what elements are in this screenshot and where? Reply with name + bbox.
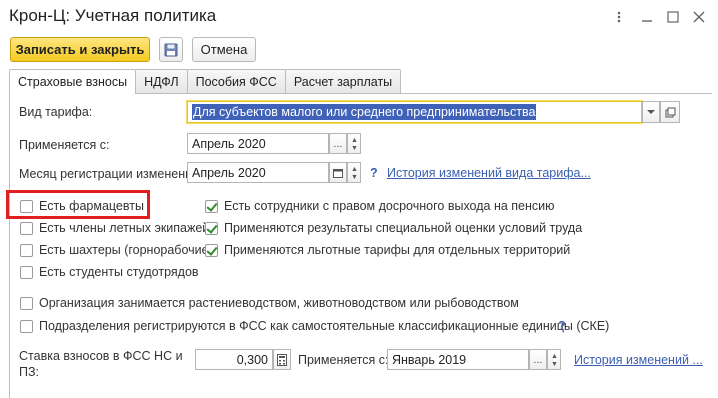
floppy-disk-icon (164, 43, 178, 56)
rate-applies-choose-button[interactable]: ... (529, 349, 547, 370)
minimize-icon[interactable] (636, 7, 658, 27)
help-icon[interactable]: ? (370, 166, 378, 180)
reg-month-calendar-button[interactable] (329, 162, 347, 183)
tariff-value: Для субъектов малого или среднего предпр… (192, 104, 537, 120)
reg-month-field[interactable]: Апрель 2020 (187, 162, 329, 183)
highlight-frame (6, 190, 150, 219)
agriculture-label: Организация занимается растениеводством,… (39, 296, 519, 310)
special-assessment-label: Применяются результаты специальной оценк… (224, 221, 583, 235)
chevron-down-icon (647, 110, 655, 114)
spin-up-icon[interactable]: ▲ (351, 166, 358, 173)
rate-applies-spinner[interactable]: ▲ ▼ (547, 349, 561, 370)
ske-label: Подразделения регистрируются в ФСС как с… (39, 319, 610, 333)
tab-ndfl[interactable]: НДФЛ (135, 69, 188, 93)
tab-payroll[interactable]: Расчет зарплаты (284, 69, 402, 93)
spin-down-icon[interactable]: ▼ (351, 174, 358, 181)
tariff-history-link[interactable]: История изменений вида тарифа... (387, 166, 591, 180)
student-brigades-label: Есть студенты студотрядов (39, 265, 199, 279)
spin-up-icon[interactable]: ▲ (551, 353, 558, 360)
maximize-icon[interactable] (662, 7, 684, 27)
flight-crew-checkbox[interactable] (20, 222, 33, 235)
agriculture-checkbox[interactable] (20, 297, 33, 310)
applies-from-choose-button[interactable]: ... (329, 133, 347, 154)
spin-down-icon[interactable]: ▼ (551, 361, 558, 368)
flight-crew-label: Есть члены летных экипажей (39, 221, 210, 235)
miners-checkbox[interactable] (20, 244, 33, 257)
tariff-open-button[interactable] (660, 101, 680, 123)
open-form-icon (665, 107, 675, 117)
tab-bar: Страховые взносы НДФЛ Пособия ФСС Расчет… (9, 69, 402, 94)
rate-applies-field[interactable]: Январь 2019 (387, 349, 529, 370)
territorial-tariffs-label: Применяются льготные тарифы для отдельны… (224, 243, 571, 257)
panel-border (9, 93, 10, 398)
calendar-icon (333, 168, 343, 178)
close-icon[interactable] (688, 7, 710, 27)
ske-checkbox[interactable] (20, 320, 33, 333)
reg-month-label: Месяц регистрации изменений: (19, 167, 203, 181)
territorial-tariffs-checkbox[interactable] (205, 244, 218, 257)
tariff-label: Вид тарифа: (19, 105, 93, 119)
spin-down-icon[interactable]: ▼ (351, 145, 358, 152)
ske-help-icon[interactable]: ? (558, 319, 566, 333)
more-menu-icon[interactable] (608, 7, 630, 27)
window-title: Крон-Ц: Учетная политика (9, 6, 217, 25)
applies-from-label: Применяется с: (19, 138, 110, 152)
applies-from-field[interactable]: Апрель 2020 (187, 133, 329, 154)
save-button[interactable] (159, 37, 183, 62)
calculator-icon (277, 353, 287, 366)
fss-rate-label: Ставка взносов в ФСС НС и ПЗ: (19, 349, 183, 379)
early-retirement-checkbox[interactable] (205, 200, 218, 213)
fss-rate-field[interactable]: 0,300 (195, 349, 273, 370)
tariff-dropdown-button[interactable] (642, 101, 660, 123)
reg-month-spinner[interactable]: ▲ ▼ (347, 162, 361, 183)
miners-label: Есть шахтеры (горнорабочие) (39, 243, 213, 257)
cancel-button[interactable]: Отмена (192, 37, 256, 62)
spin-up-icon[interactable]: ▲ (351, 137, 358, 144)
early-retirement-label: Есть сотрудники с правом досрочного выхо… (224, 199, 555, 213)
applies-from-spinner[interactable]: ▲ ▼ (347, 133, 361, 154)
tariff-select[interactable]: Для субъектов малого или среднего предпр… (187, 101, 642, 123)
student-brigades-checkbox[interactable] (20, 266, 33, 279)
tab-insurance[interactable]: Страховые взносы (9, 69, 137, 94)
calculator-button[interactable] (273, 349, 291, 370)
tab-fss-benefits[interactable]: Пособия ФСС (186, 69, 286, 93)
rate-applies-label: Применяется с: (298, 353, 389, 367)
special-assessment-checkbox[interactable] (205, 222, 218, 235)
save-and-close-button[interactable]: Записать и закрыть (10, 37, 150, 62)
rate-history-link[interactable]: История изменений ... (574, 353, 703, 367)
